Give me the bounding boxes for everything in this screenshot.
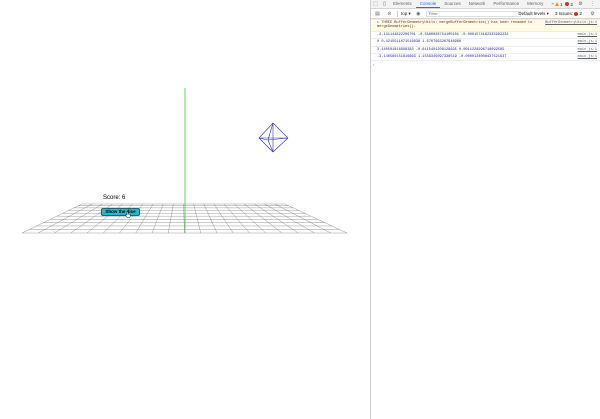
tab-sources[interactable]: Sources — [440, 0, 465, 8]
error-count: 2 — [570, 1, 573, 7]
error-icon — [565, 2, 570, 6]
console-source-link[interactable]: main.js:1 — [578, 40, 597, 44]
console-log-message: 3.140501816998383 -0.6115401208129635 0.… — [371, 47, 600, 55]
three-scene — [21, 88, 348, 234]
grid-line — [223, 203, 250, 234]
wireframe-die — [258, 122, 289, 153]
tab-network[interactable]: Network — [465, 0, 490, 8]
grid-line — [21, 203, 83, 234]
console-source-link[interactable]: main.js:1 — [578, 55, 597, 59]
console-settings-gear-icon[interactable]: ⚙ — [588, 10, 597, 18]
tab-console[interactable]: Console — [415, 0, 441, 8]
grid-line — [183, 203, 185, 234]
console-output: ▸ THREE.BufferGeometryUtils: mergeBuffer… — [371, 19, 600, 62]
console-message-text: -2.141144822209701 -0.5580028754105101 -… — [377, 32, 509, 37]
grid-line — [38, 203, 93, 234]
live-expression-eye-icon[interactable]: ◉ — [414, 10, 423, 18]
console-warning-message: ▸ THREE.BufferGeometryUtils: mergeBuffer… — [371, 19, 600, 32]
warning-icon — [554, 2, 559, 6]
context-selector[interactable]: top ▾ — [401, 11, 411, 17]
grid-line — [274, 203, 331, 234]
console-source-link[interactable]: main.js:1 — [578, 33, 597, 37]
error-badge[interactable]: 2 — [565, 2, 573, 7]
ground-grid — [21, 203, 348, 234]
console-log-message: -3.140580151816663 1.1558345097338519 -0… — [371, 54, 600, 62]
tab-performance[interactable]: Performance — [489, 0, 523, 8]
console-filter-input[interactable] — [425, 10, 521, 17]
grid-line — [54, 203, 103, 234]
console-log-message: -2.141144822209701 -0.5580028754105101 -… — [371, 32, 600, 40]
devtools-tabbar: ⬚ ▯ Elements Console Sources Network Per… — [371, 0, 600, 9]
grid-line — [203, 203, 218, 234]
device-toolbar-icon[interactable]: ▯ — [380, 0, 389, 8]
tab-elements[interactable]: Elements — [389, 0, 416, 8]
settings-gear-icon[interactable]: ⚙ — [576, 0, 585, 8]
console-message-text: -3.140580151816663 1.1558345097338519 -0… — [377, 55, 507, 60]
clear-console-icon[interactable]: ⊘ — [385, 10, 394, 18]
grid-line — [151, 203, 164, 234]
grid-line — [213, 203, 234, 234]
devtools-panel: ⬚ ▯ Elements Console Sources Network Per… — [370, 0, 600, 419]
console-log-message: 0 0.4215511071516838 1.5707963267948966 m… — [371, 39, 600, 47]
inspect-element-icon[interactable]: ⬚ — [371, 0, 380, 8]
console-source-link[interactable]: main.js:1 — [578, 48, 597, 52]
toolbar-divider — [397, 10, 398, 17]
log-levels-dropdown[interactable]: Default levels ▾ — [518, 11, 549, 17]
issues-label: 3 Issues: — [554, 11, 573, 16]
grid-line — [193, 203, 201, 234]
warning-badge[interactable]: 1 — [554, 1, 563, 7]
tab-memory[interactable]: Memory — [523, 0, 547, 8]
game-viewport[interactable]: Score: 6 Show the dice — [0, 0, 370, 419]
sidebar-toggle-icon[interactable]: ▤ — [373, 10, 382, 18]
hand-cursor-icon — [125, 211, 131, 218]
warning-count: 1 — [559, 1, 563, 7]
grid-line — [284, 203, 348, 234]
context-label: top — [401, 10, 408, 16]
console-message-text: 3.140501816998383 -0.6115401208129635 0.… — [377, 47, 505, 52]
console-prompt[interactable]: › — [371, 61, 600, 68]
score-label: Score: 6 — [103, 195, 126, 201]
console-source-link[interactable]: BufferGeometryUtils.js:1 — [545, 21, 597, 25]
issues-count: 2 — [579, 11, 582, 16]
console-toolbar: ▤ ⊘ top ▾ ◉ Default levels ▾ 3 Issues: 2… — [371, 9, 600, 19]
grid-line — [264, 203, 315, 234]
issues-button[interactable]: 3 Issues: 2 — [555, 11, 582, 16]
issues-icon — [574, 11, 579, 16]
console-message-text: 0 0.4215511071516838 1.5707963267948966 — [377, 40, 462, 45]
grid-line — [168, 203, 174, 234]
more-options-icon[interactable]: ⋮ — [588, 0, 597, 8]
show-dice-button[interactable]: Show the dice — [101, 208, 140, 216]
